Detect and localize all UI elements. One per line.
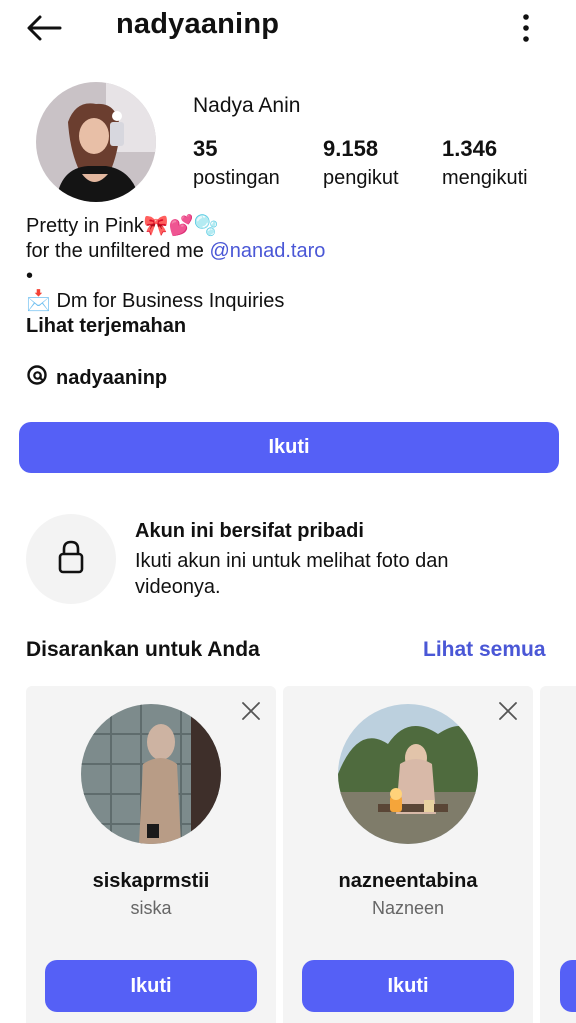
suggestion-avatar[interactable] [338, 704, 478, 844]
private-account-description: Ikuti akun ini untuk melihat foto dan vi… [135, 550, 449, 598]
profile-bio: Pretty in Pink🎀💕🫧 for the unfiltered me … [26, 214, 325, 339]
follow-suggestion-button[interactable]: Ikuti [302, 960, 514, 1012]
vertical-dots-icon[interactable] [512, 12, 540, 44]
suggestion-username: nazneentabina [338, 870, 478, 892]
bio-line: Pretty in Pink🎀💕🫧 [26, 215, 219, 237]
follow-suggestion-button[interactable]: Ikuti [45, 960, 257, 1012]
top-bar: nadyaaninp [0, 0, 576, 56]
suggestion-card[interactable]: nazneentabina Nazneen Ikuti [283, 686, 533, 1023]
close-icon[interactable] [497, 700, 519, 722]
suggestions-title: Disarankan untuk Anda [26, 638, 260, 661]
bio-mention-link[interactable]: @nanad.taro [209, 240, 325, 262]
bio-line: • [26, 265, 34, 287]
suggestion-avatar[interactable] [81, 704, 221, 844]
stat-value: 1.346 [442, 136, 498, 161]
stat-label: pengikut [323, 167, 399, 189]
stat-value: 35 [193, 136, 218, 161]
profile-avatar[interactable] [36, 82, 156, 202]
suggestion-card-partial[interactable] [540, 686, 576, 1023]
follow-button[interactable]: Ikuti [19, 422, 559, 473]
stat-followers[interactable]: 9.158 pengikut [323, 136, 399, 194]
suggestion-name: Nazneen [371, 898, 445, 918]
suggestion-card[interactable]: siskaprmstii siska Ikuti [26, 686, 276, 1023]
arrow-left-icon[interactable] [24, 12, 64, 44]
private-account-title: Akun ini bersifat pribadi [135, 520, 364, 542]
suggestion-username: siskaprmstii [92, 870, 210, 892]
threads-icon [26, 364, 48, 392]
translate-link[interactable]: Lihat terjemahan [26, 314, 325, 339]
lock-icon [56, 539, 86, 580]
stat-label: postingan [193, 167, 280, 189]
threads-link[interactable]: nadyaaninp [26, 364, 167, 392]
stat-following[interactable]: 1.346 mengikuti [442, 136, 528, 194]
suggestion-name: siska [130, 898, 172, 918]
bio-line: for the unfiltered me @nanad.taro [26, 239, 325, 264]
display-name: Nadya Anin [193, 94, 301, 117]
stat-posts: 35 postingan [193, 136, 280, 194]
see-all-link[interactable]: Lihat semua [423, 638, 546, 662]
profile-username: nadyaaninp [116, 8, 280, 40]
bio-line: 📩 Dm for Business Inquiries [26, 290, 285, 312]
private-lock-badge [26, 514, 116, 604]
close-icon[interactable] [240, 700, 262, 722]
bio-text: for the unfiltered me [26, 240, 210, 262]
stat-label: mengikuti [442, 167, 528, 189]
stat-value: 9.158 [323, 136, 379, 161]
follow-suggestion-button-partial[interactable] [560, 960, 576, 1012]
threads-handle: nadyaaninp [56, 366, 168, 389]
